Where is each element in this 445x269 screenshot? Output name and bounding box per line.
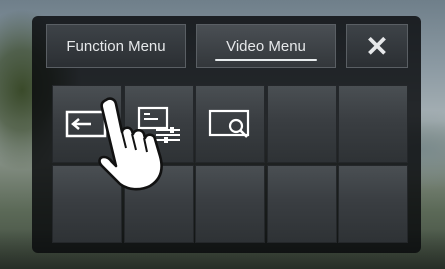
tab-function-menu-label: Function Menu: [66, 37, 166, 55]
tab-video-menu-label: Video Menu: [226, 37, 306, 55]
empty-grid-button[interactable]: [338, 85, 408, 163]
zoom-button[interactable]: [195, 85, 265, 163]
subtitle-settings-icon: [137, 106, 180, 143]
back-arrow-icon: [65, 110, 107, 138]
aspect-back-button[interactable]: [52, 85, 122, 163]
close-icon: ✕: [365, 30, 389, 62]
empty-grid-button[interactable]: [338, 165, 408, 243]
empty-grid-button[interactable]: [266, 85, 337, 163]
tab-function-menu[interactable]: Function Menu: [46, 24, 186, 68]
empty-grid-button[interactable]: [123, 165, 194, 243]
video-menu-grid: [52, 85, 408, 245]
subtitle-settings-button[interactable]: [123, 85, 194, 163]
empty-grid-button[interactable]: [266, 165, 337, 243]
tab-video-menu[interactable]: Video Menu: [196, 24, 336, 68]
active-tab-indicator: [215, 59, 317, 61]
empty-grid-button[interactable]: [52, 165, 122, 243]
close-button[interactable]: ✕: [346, 24, 408, 68]
empty-grid-button[interactable]: [195, 165, 265, 243]
zoom-icon: [208, 109, 250, 138]
